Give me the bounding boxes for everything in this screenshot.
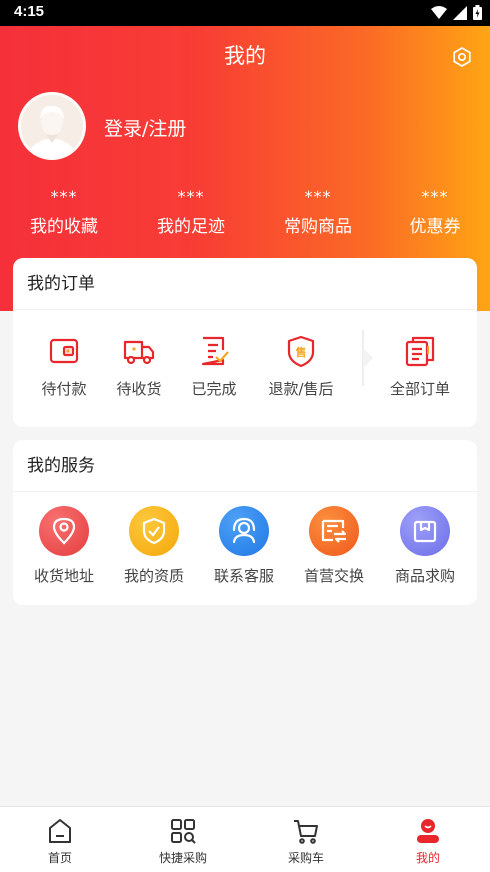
tab-label: 快捷采购 [158, 851, 207, 865]
order-item-label: 待收货 [116, 380, 162, 398]
services-card: 我的服务 收货地址 我的资质 联系客服 首营交换 商品求购 [13, 440, 477, 605]
signal-icon [453, 5, 467, 20]
service-icon-circle [400, 506, 450, 556]
service-icon-circle [129, 506, 179, 556]
home-icon [49, 819, 71, 843]
stat-label: 优惠券 [409, 217, 461, 237]
service-label: 收货地址 [33, 567, 94, 585]
order-refund-after-sale[interactable]: 售 退款/售后 [261, 334, 341, 399]
stat-value: *** [421, 187, 449, 206]
qr-scan-icon [171, 819, 196, 844]
avatar[interactable] [18, 92, 86, 160]
tab-label: 我的 [415, 851, 440, 865]
service-icon-circle [39, 506, 89, 556]
tab-home[interactable]: 首页 [10, 817, 110, 866]
service-icon-circle [309, 506, 359, 556]
service-my-qualification[interactable]: 我的资质 [109, 506, 199, 586]
order-item-label: 全部订单 [389, 380, 450, 398]
service-first-business-exchange[interactable]: 首营交换 [289, 506, 379, 586]
truck-icon [123, 340, 155, 365]
battery-icon [473, 5, 482, 20]
location-pin-icon [52, 517, 76, 545]
service-icon-circle [219, 506, 269, 556]
service-product-request[interactable]: 商品求购 [380, 506, 470, 586]
order-all[interactable]: 全部订单 [380, 334, 460, 399]
status-time: 4:15 [14, 3, 45, 20]
checklist-icon [201, 336, 229, 366]
default-avatar-icon [21, 95, 83, 157]
wallet-icon [49, 338, 79, 364]
service-label: 商品求购 [394, 567, 455, 585]
stat-label: 我的足迹 [157, 217, 225, 237]
stat-frequent-products[interactable]: *** 常购商品 [263, 187, 373, 238]
stat-label: 我的收藏 [30, 217, 98, 237]
box-icon [413, 520, 437, 543]
shield-after-sale-icon: 售 [287, 335, 315, 368]
bottom-tab-bar: 首页 快捷采购 采购车 我的 [0, 806, 490, 872]
customer-service-icon [232, 517, 256, 544]
service-contact-support[interactable]: 联系客服 [199, 506, 289, 586]
order-pending-payment[interactable]: 待付款 [24, 334, 104, 399]
divider-arrow [362, 330, 373, 386]
page-title: 我的 [224, 44, 266, 68]
settings-gear-icon[interactable] [450, 45, 474, 69]
orders-card: 我的订单 待付款 待收货 已完成 售 退款/售后 全部订单 [13, 258, 477, 427]
shield-check-icon [142, 517, 166, 545]
login-register-link[interactable]: 登录/注册 [104, 114, 186, 141]
service-label: 首营交换 [303, 567, 364, 585]
services-card-title: 我的服务 [13, 440, 477, 492]
stat-footprint[interactable]: *** 我的足迹 [136, 187, 246, 238]
order-item-label: 已完成 [191, 380, 237, 398]
status-icons [431, 5, 482, 20]
stat-label: 常购商品 [284, 217, 352, 237]
exchange-icon [321, 519, 347, 543]
stat-value: *** [50, 187, 78, 206]
profile-icon [417, 819, 439, 843]
tab-cart[interactable]: 采购车 [256, 817, 356, 866]
order-item-label: 待付款 [41, 380, 87, 398]
service-label: 联系客服 [213, 567, 274, 585]
tab-mine[interactable]: 我的 [378, 817, 478, 866]
status-bar: 4:15 [0, 0, 490, 26]
all-orders-icon [405, 336, 435, 367]
orders-card-title: 我的订单 [13, 258, 477, 310]
stat-value: *** [177, 187, 205, 206]
stat-value: *** [304, 187, 332, 206]
service-label: 我的资质 [123, 567, 184, 585]
cart-icon [294, 820, 318, 844]
after-sale-badge-text: 售 [295, 345, 307, 359]
order-item-label: 退款/售后 [268, 380, 334, 398]
order-completed[interactable]: 已完成 [174, 334, 254, 399]
service-shipping-address[interactable]: 收货地址 [19, 506, 109, 586]
wifi-icon [431, 5, 447, 19]
tab-label: 首页 [47, 851, 72, 865]
tab-quick-purchase[interactable]: 快捷采购 [133, 817, 233, 866]
stat-coupons[interactable]: *** 优惠券 [380, 187, 490, 238]
tab-label: 采购车 [287, 851, 324, 865]
stat-favorites[interactable]: *** 我的收藏 [9, 187, 119, 238]
order-pending-receipt[interactable]: 待收货 [99, 334, 179, 399]
